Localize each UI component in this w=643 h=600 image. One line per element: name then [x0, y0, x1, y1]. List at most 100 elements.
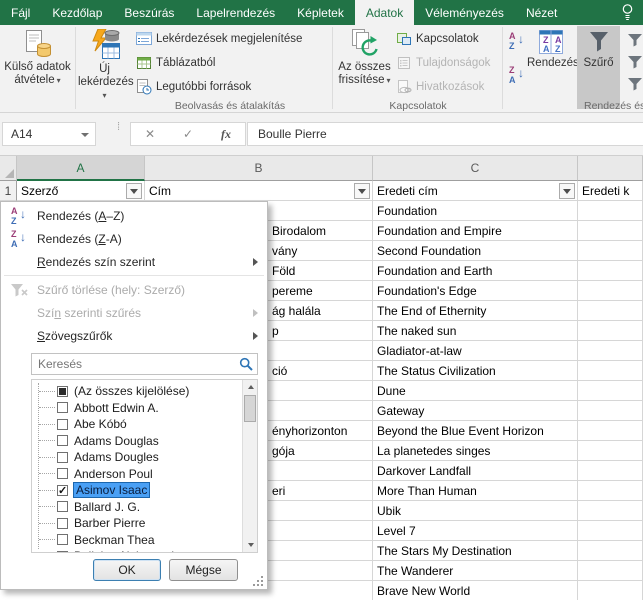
- recent-sources-button[interactable]: Legutóbbi források: [136, 76, 251, 98]
- checkbox-unchecked[interactable]: [57, 402, 68, 413]
- row-header-1[interactable]: 1: [0, 181, 17, 201]
- filter-button[interactable]: Szűrő: [577, 26, 620, 109]
- tab-kezdolap[interactable]: Kezdőlap: [41, 0, 113, 25]
- list-item[interactable]: Abbott Edwin A.: [32, 400, 237, 416]
- confirm-entry-icon[interactable]: ✓: [183, 127, 193, 141]
- cell-a1[interactable]: Szerző: [17, 181, 145, 201]
- connections-button[interactable]: Kapcsolatok: [396, 28, 479, 50]
- button-label: Tulajdonságok: [416, 57, 490, 69]
- menu-text-filters[interactable]: Szövegszűrők: [1, 324, 267, 347]
- filter-dropdown-button-b[interactable]: [354, 183, 370, 199]
- edit-links-button: Hivatkozások: [396, 76, 484, 98]
- cancel-button[interactable]: Mégse: [169, 559, 238, 581]
- menu-sort-z-a[interactable]: ZA↓ Rendezés (Z-A): [1, 227, 267, 250]
- tab-nezet[interactable]: Nézet: [515, 0, 568, 25]
- list-item[interactable]: Anderson Poul: [32, 466, 237, 482]
- list-item-select-all[interactable]: (Az összes kijelölése): [32, 383, 237, 399]
- tab-kepletek[interactable]: Képletek: [286, 0, 355, 25]
- column-header-a[interactable]: A: [17, 156, 145, 181]
- submenu-arrow-icon: [253, 309, 258, 317]
- tab-beszuras[interactable]: Beszúrás: [113, 0, 185, 25]
- from-table-button[interactable]: Táblázatból: [136, 52, 215, 74]
- insert-function-icon[interactable]: fx: [221, 127, 231, 142]
- sort-descending-icon[interactable]: ZA↓: [507, 65, 529, 87]
- list-item-partial[interactable]: Beljajev Alekszandr: [32, 548, 237, 553]
- search-box: [31, 353, 258, 375]
- new-query-button[interactable]: Új lekérdezés ▾: [78, 26, 131, 109]
- menu-sort-a-z[interactable]: AZ↓ Rendezés (A–Z): [1, 204, 267, 227]
- search-input[interactable]: [31, 353, 258, 375]
- button-label: Új lekérdezés: [78, 63, 134, 88]
- list-item[interactable]: Ballard J. G.: [32, 499, 237, 515]
- resize-grip[interactable]: [251, 574, 263, 586]
- formula-input[interactable]: Boulle Pierre: [247, 122, 643, 146]
- list-item[interactable]: Adams Douglas: [32, 433, 237, 449]
- checkbox-checked[interactable]: [57, 485, 68, 496]
- list-scrollbar[interactable]: [242, 380, 257, 552]
- list-item[interactable]: Beckman Thea: [32, 532, 237, 548]
- list-item[interactable]: Adams Dougles: [32, 449, 237, 465]
- column-header-c[interactable]: C: [373, 156, 578, 181]
- checkbox-unchecked[interactable]: [57, 501, 68, 512]
- checkbox-unchecked[interactable]: [57, 534, 68, 545]
- refresh-all-button[interactable]: Az összes frissítése▾: [336, 26, 393, 109]
- filter-funnel-icon: [577, 29, 620, 55]
- name-box-arrow-icon[interactable]: [81, 133, 89, 137]
- show-queries-button[interactable]: Lekérdezések megjelenítése: [136, 28, 302, 50]
- checkbox-unchecked[interactable]: [57, 551, 68, 554]
- checkbox-indeterminate[interactable]: [57, 386, 68, 397]
- name-box[interactable]: A14: [2, 122, 96, 146]
- filter-dropdown-button-a[interactable]: [126, 183, 142, 199]
- checkbox-unchecked[interactable]: [57, 452, 68, 463]
- select-all-corner[interactable]: [0, 156, 17, 181]
- tab-fajl[interactable]: Fájl: [0, 0, 41, 25]
- tab-lapelrendezes[interactable]: Lapelrendezés: [185, 0, 286, 25]
- checkbox-unchecked[interactable]: [57, 419, 68, 430]
- advanced-filter-icon: [626, 77, 643, 91]
- cell-c1[interactable]: Eredeti cím: [373, 181, 578, 201]
- filter-dropdown-panel: AZ↓ Rendezés (A–Z) ZA↓ Rendezés (Z-A) Re…: [0, 201, 268, 590]
- button-label: Kapcsolatok: [416, 33, 479, 45]
- group-label-sort-filter: Rendezés és s: [584, 100, 643, 112]
- sort-button[interactable]: ZAAZ Rendezés: [527, 26, 574, 109]
- clear-filter-icon: [1, 283, 37, 297]
- column-header-d[interactable]: [578, 156, 643, 181]
- list-item[interactable]: Abe Kóbó: [32, 416, 237, 432]
- sort-ascending-icon[interactable]: AZ↓: [507, 31, 529, 53]
- button-label: Legutóbbi források: [156, 81, 251, 93]
- search-icon[interactable]: [239, 357, 253, 371]
- menu-sort-by-color[interactable]: Rendezés szín szerint: [1, 250, 267, 273]
- tab-velemenyezes[interactable]: Véleményezés: [414, 0, 515, 25]
- filter-dropdown-button-c[interactable]: [559, 183, 575, 199]
- cell-d1[interactable]: Eredeti k: [578, 181, 643, 201]
- column-header-b[interactable]: B: [145, 156, 373, 181]
- links-icon: [396, 79, 412, 95]
- checkbox-unchecked[interactable]: [57, 468, 68, 479]
- button-label: Külső adatok: [4, 61, 71, 73]
- button-label: Rendezés: [527, 57, 579, 69]
- from-table-icon: [136, 55, 152, 71]
- refresh-all-icon: [336, 29, 393, 59]
- checkbox-unchecked[interactable]: [57, 435, 68, 446]
- svg-text:A: A: [543, 44, 550, 54]
- list-item[interactable]: Barber Pierre: [32, 515, 237, 531]
- button-label: Hivatkozások: [416, 81, 484, 93]
- dropdown-arrow-icon: ▾: [78, 89, 131, 102]
- external-data-icon: [3, 29, 72, 59]
- group-separator: [502, 27, 503, 109]
- scroll-up-icon[interactable]: [243, 380, 258, 394]
- cell-b1[interactable]: Cím: [145, 181, 373, 201]
- scrollbar-thumb[interactable]: [244, 395, 256, 422]
- button-label: átvétele: [14, 74, 54, 86]
- properties-icon: [396, 55, 412, 71]
- get-external-data-button[interactable]: Külső adatok átvétele▾: [3, 26, 72, 109]
- ok-button[interactable]: OK: [93, 559, 161, 581]
- button-label: Az összes: [338, 61, 390, 73]
- tab-adatok[interactable]: Adatok: [355, 0, 414, 25]
- list-item-selected[interactable]: Asimov Isaac: [32, 482, 237, 498]
- tell-me-lightbulb-icon[interactable]: [621, 0, 643, 25]
- cancel-entry-icon[interactable]: ✕: [145, 127, 155, 141]
- checkbox-unchecked[interactable]: [57, 518, 68, 529]
- scroll-down-icon[interactable]: [243, 538, 258, 552]
- ribbon-data-tab: Külső adatok átvétele▾ Új lekérdezés ▾ L…: [0, 25, 643, 113]
